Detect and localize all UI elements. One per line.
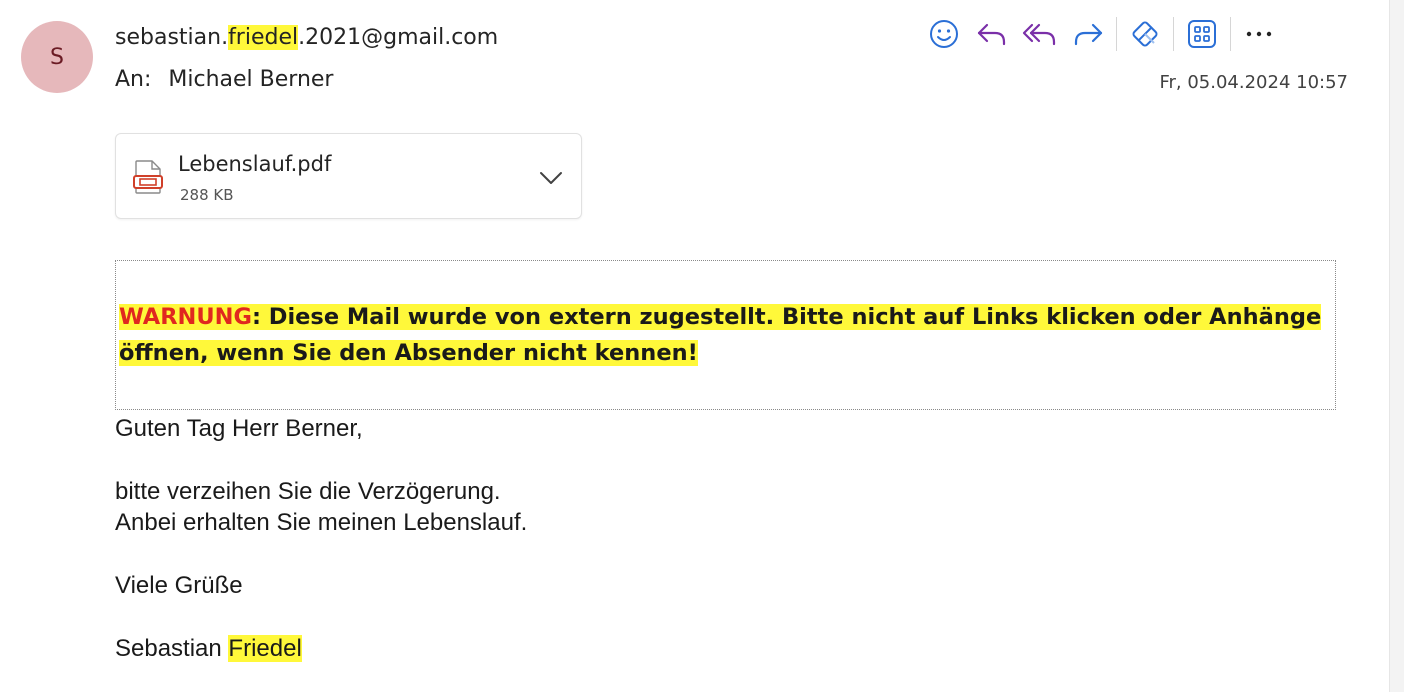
attachment-name: Lebenslauf.pdf — [178, 152, 332, 176]
emoji-icon — [930, 20, 958, 48]
external-mail-warning: WARNUNG: Diese Mail wurde von extern zug… — [115, 260, 1336, 410]
toolbar-separator — [1116, 17, 1117, 51]
sticker-icon — [1132, 21, 1158, 47]
signature-first-name: Sebastian — [115, 635, 229, 662]
pdf-file-icon — [133, 160, 163, 199]
message-toolbar — [920, 14, 1283, 54]
apps-grid-icon — [1188, 20, 1216, 48]
reply-button[interactable] — [968, 14, 1016, 54]
scrollbar-track[interactable] — [1389, 0, 1404, 692]
toolbar-separator — [1230, 17, 1231, 51]
reply-all-icon — [1022, 23, 1056, 46]
forward-icon — [1074, 23, 1103, 46]
warning-message: : Diese Mail wurde von extern zugestellt… — [119, 304, 1322, 366]
warning-text: WARNUNG: Diese Mail wurde von extern zug… — [119, 299, 1334, 371]
message-date: Fr, 05.04.2024 10:57 — [1159, 72, 1348, 93]
attachment-size: 288 KB — [180, 186, 234, 204]
attachment-card[interactable]: Lebenslauf.pdf 288 KB — [115, 133, 582, 219]
body-line-2: Anbei erhalten Sie meinen Lebenslauf. — [115, 509, 528, 536]
warning-label: WARNUNG — [119, 304, 252, 330]
more-actions-button[interactable] — [1235, 14, 1283, 54]
closing: Viele Grüße — [115, 572, 243, 599]
sender-email[interactable]: sebastian.friedel.2021@gmail.com — [115, 25, 498, 50]
toolbar-separator — [1173, 17, 1174, 51]
apps-button[interactable] — [1178, 14, 1226, 54]
sender-email-highlight: friedel — [228, 25, 299, 50]
message-body: Guten Tag Herr Berner, bitte verzeihen S… — [115, 413, 527, 664]
greeting: Guten Tag Herr Berner, — [115, 415, 363, 442]
recipient-name[interactable]: Michael Berner — [168, 67, 333, 92]
more-icon — [1246, 31, 1272, 37]
sender-email-suffix: .2021@gmail.com — [298, 25, 499, 50]
sender-email-prefix: sebastian. — [115, 25, 229, 50]
chevron-down-icon — [540, 172, 562, 184]
recipient-line: An: Michael Berner — [115, 67, 333, 92]
forward-button[interactable] — [1064, 14, 1112, 54]
to-label: An: — [115, 67, 152, 92]
email-reading-pane: S sebastian.friedel.2021@gmail.com An: M… — [0, 0, 1404, 692]
reply-icon — [977, 23, 1006, 46]
attachment-menu-button[interactable] — [537, 164, 565, 192]
signature: Sebastian Friedel — [115, 633, 527, 664]
emoji-button[interactable] — [920, 14, 968, 54]
avatar-initial: S — [50, 44, 64, 70]
avatar[interactable]: S — [21, 21, 93, 93]
sticker-button[interactable] — [1121, 14, 1169, 54]
signature-last-name: Friedel — [228, 635, 302, 662]
reply-all-button[interactable] — [1016, 14, 1064, 54]
body-line-1: bitte verzeihen Sie die Verzögerung. — [115, 478, 501, 505]
